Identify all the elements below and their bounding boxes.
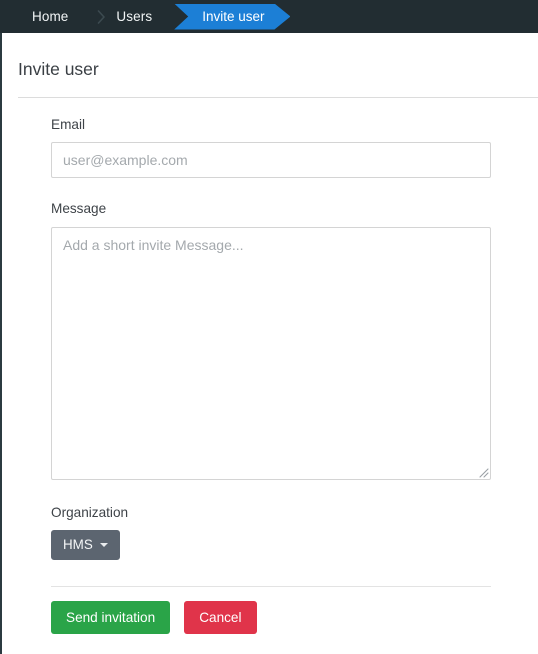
chevron-right-icon [88, 0, 114, 33]
invite-user-form: Email Message Organization HMS [2, 98, 538, 634]
page-title: Invite user [18, 59, 99, 79]
caret-down-icon [99, 542, 108, 547]
organization-dropdown-label: HMS [63, 537, 93, 553]
send-invitation-button[interactable]: Send invitation [51, 600, 171, 634]
breadcrumb-item-users[interactable]: Users [114, 0, 172, 33]
breadcrumb-item-invite-user-label: Invite user [202, 9, 265, 24]
breadcrumb-item-home[interactable]: Home [30, 0, 88, 33]
message-field-group: Message [51, 201, 538, 480]
email-field-group: Email [51, 117, 538, 179]
message-label: Message [51, 201, 107, 217]
organization-field-group: Organization HMS [51, 505, 538, 560]
organization-dropdown[interactable]: HMS [51, 529, 120, 560]
content-card: Invite user Email Message Organizatio [0, 33, 538, 654]
message-textarea-wrapper [51, 226, 491, 480]
organization-label: Organization [51, 504, 129, 520]
breadcrumb: Home Users Invite user [0, 0, 290, 33]
email-input[interactable] [51, 142, 491, 179]
message-textarea[interactable] [51, 226, 491, 480]
email-label: Email [51, 117, 85, 132]
breadcrumb-item-home-label: Home [32, 9, 69, 24]
form-actions: Send invitation Cancel [51, 587, 538, 634]
cancel-button[interactable]: Cancel [184, 600, 257, 634]
breadcrumb-item-invite-user[interactable]: Invite user [174, 4, 290, 30]
breadcrumb-bar: Home Users Invite user [0, 0, 538, 33]
breadcrumb-item-users-label: Users [116, 9, 153, 24]
